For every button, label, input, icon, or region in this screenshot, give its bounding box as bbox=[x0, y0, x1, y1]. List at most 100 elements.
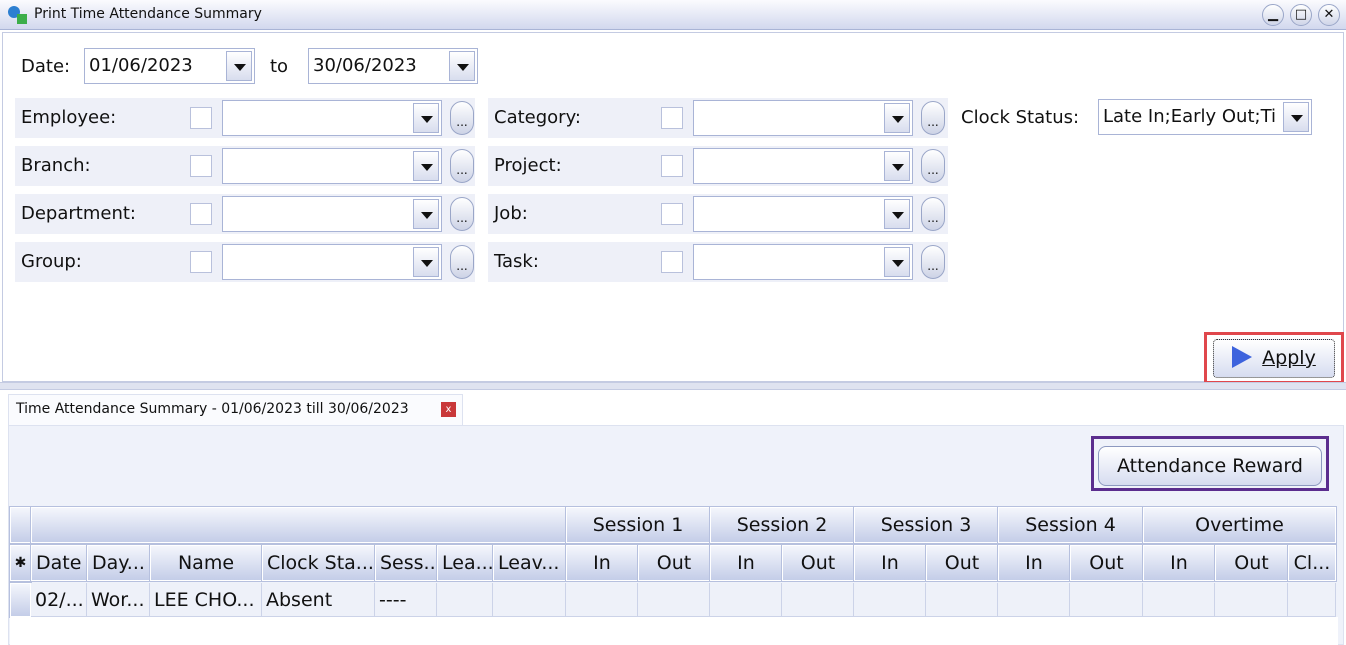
column-header[interactable]: Leav... bbox=[492, 544, 567, 582]
chevron-down-icon[interactable] bbox=[413, 247, 439, 277]
table-cell[interactable] bbox=[998, 583, 1070, 617]
clock-status-select[interactable]: Late In;Early Out;Ti bbox=[1098, 99, 1312, 135]
clock-status-value: Late In;Early Out;Ti bbox=[1103, 106, 1277, 127]
chevron-down-icon[interactable] bbox=[884, 103, 910, 133]
table-cell[interactable] bbox=[437, 583, 493, 617]
column-header[interactable]: Lea... bbox=[436, 544, 494, 582]
ellipsis-button[interactable]: ... bbox=[921, 149, 945, 183]
table-cell[interactable] bbox=[854, 583, 926, 617]
ellipsis-button[interactable]: ... bbox=[450, 101, 474, 135]
filter-label: Task: bbox=[494, 251, 539, 272]
column-header[interactable]: Date bbox=[30, 544, 88, 582]
filter-checkbox[interactable] bbox=[661, 251, 683, 273]
column-header[interactable]: In bbox=[853, 544, 927, 582]
table-cell[interactable]: Absent bbox=[262, 583, 375, 617]
filter-checkbox[interactable] bbox=[661, 107, 683, 129]
filter-select[interactable] bbox=[222, 100, 442, 136]
column-header[interactable]: Name bbox=[149, 544, 263, 582]
table-cell[interactable] bbox=[1143, 583, 1215, 617]
filter-select[interactable] bbox=[693, 100, 913, 136]
column-header[interactable]: Sess... bbox=[374, 544, 438, 582]
table-cell[interactable]: LEE CHO... bbox=[150, 583, 262, 617]
splitter[interactable] bbox=[0, 382, 1346, 390]
filter-checkbox[interactable] bbox=[190, 203, 212, 225]
filter-select[interactable] bbox=[222, 244, 442, 280]
chevron-down-icon[interactable] bbox=[226, 51, 252, 81]
table-cell[interactable] bbox=[926, 583, 998, 617]
date-to-field[interactable]: 30/06/2023 bbox=[308, 48, 478, 84]
group-header: Session 3 bbox=[853, 506, 999, 544]
table-cell[interactable]: ---- bbox=[375, 583, 437, 617]
chevron-down-icon[interactable] bbox=[884, 199, 910, 229]
row-selector[interactable] bbox=[9, 582, 32, 618]
ellipsis-button[interactable]: ... bbox=[921, 101, 945, 135]
ellipsis-button[interactable]: ... bbox=[450, 245, 474, 279]
filter-label: Project: bbox=[494, 155, 562, 176]
chevron-down-icon[interactable] bbox=[884, 247, 910, 277]
filter-checkbox[interactable] bbox=[190, 251, 212, 273]
column-header[interactable]: In bbox=[1142, 544, 1216, 582]
chevron-down-icon[interactable] bbox=[449, 51, 475, 81]
table-cell[interactable] bbox=[782, 583, 854, 617]
ellipsis-button[interactable]: ... bbox=[450, 197, 474, 231]
date-from-field[interactable]: 01/06/2023 bbox=[84, 48, 255, 84]
filter-label: Branch: bbox=[21, 155, 91, 176]
app-icon bbox=[8, 6, 27, 24]
new-row-icon: ✱ bbox=[9, 544, 32, 582]
table-cell[interactable]: Wor... bbox=[87, 583, 150, 617]
filter-label: Department: bbox=[21, 203, 136, 224]
column-header[interactable]: Cl... bbox=[1287, 544, 1337, 582]
chevron-down-icon[interactable] bbox=[1283, 102, 1309, 132]
column-header[interactable]: In bbox=[709, 544, 783, 582]
filter-checkbox[interactable] bbox=[661, 155, 683, 177]
filter-select[interactable] bbox=[222, 148, 442, 184]
column-header[interactable]: In bbox=[997, 544, 1071, 582]
grid-corner bbox=[9, 506, 32, 544]
tab-time-attendance-summary[interactable]: Time Attendance Summary - 01/06/2023 til… bbox=[8, 394, 463, 425]
grid-empty-area bbox=[10, 617, 1338, 645]
table-cell[interactable] bbox=[1070, 583, 1143, 617]
filter-select[interactable] bbox=[693, 196, 913, 232]
ellipsis-button[interactable]: ... bbox=[921, 197, 945, 231]
attendance-reward-button[interactable]: Attendance Reward bbox=[1098, 446, 1322, 486]
maximize-button[interactable]: □ bbox=[1290, 4, 1312, 26]
column-header[interactable]: In bbox=[565, 544, 639, 582]
ellipsis-button[interactable]: ... bbox=[450, 149, 474, 183]
to-label: to bbox=[270, 56, 289, 77]
group-header: Session 1 bbox=[565, 506, 711, 544]
filter-select[interactable] bbox=[222, 196, 442, 232]
table-cell[interactable]: 02/... bbox=[31, 583, 87, 617]
column-header[interactable]: Out bbox=[925, 544, 999, 582]
apply-button[interactable]: Apply bbox=[1213, 339, 1335, 378]
table-cell[interactable] bbox=[1288, 583, 1336, 617]
close-button[interactable]: ✕ bbox=[1318, 4, 1340, 26]
table-cell[interactable] bbox=[566, 583, 638, 617]
chevron-down-icon[interactable] bbox=[413, 151, 439, 181]
table-cell[interactable] bbox=[638, 583, 710, 617]
table-cell[interactable] bbox=[493, 583, 566, 617]
chevron-down-icon[interactable] bbox=[413, 199, 439, 229]
minimize-button[interactable]: ▁ bbox=[1262, 4, 1284, 26]
filter-label: Category: bbox=[494, 107, 581, 128]
column-header[interactable]: Clock Sta... bbox=[261, 544, 376, 582]
apply-label: Apply bbox=[1262, 347, 1316, 369]
date-to-value: 30/06/2023 bbox=[313, 55, 417, 76]
play-icon bbox=[1232, 346, 1253, 368]
chevron-down-icon[interactable] bbox=[884, 151, 910, 181]
column-header[interactable]: Out bbox=[637, 544, 711, 582]
ellipsis-button[interactable]: ... bbox=[921, 245, 945, 279]
filter-checkbox[interactable] bbox=[190, 155, 212, 177]
filter-checkbox[interactable] bbox=[661, 203, 683, 225]
table-cell[interactable] bbox=[1215, 583, 1288, 617]
column-header[interactable]: Out bbox=[781, 544, 855, 582]
filter-select[interactable] bbox=[693, 244, 913, 280]
column-header[interactable]: Day... bbox=[86, 544, 151, 582]
filter-select[interactable] bbox=[693, 148, 913, 184]
column-header[interactable]: Out bbox=[1069, 544, 1144, 582]
filter-label: Employee: bbox=[21, 107, 117, 128]
chevron-down-icon[interactable] bbox=[413, 103, 439, 133]
table-cell[interactable] bbox=[710, 583, 782, 617]
close-tab-icon[interactable]: x bbox=[441, 402, 456, 417]
filter-checkbox[interactable] bbox=[190, 107, 212, 129]
column-header[interactable]: Out bbox=[1214, 544, 1289, 582]
